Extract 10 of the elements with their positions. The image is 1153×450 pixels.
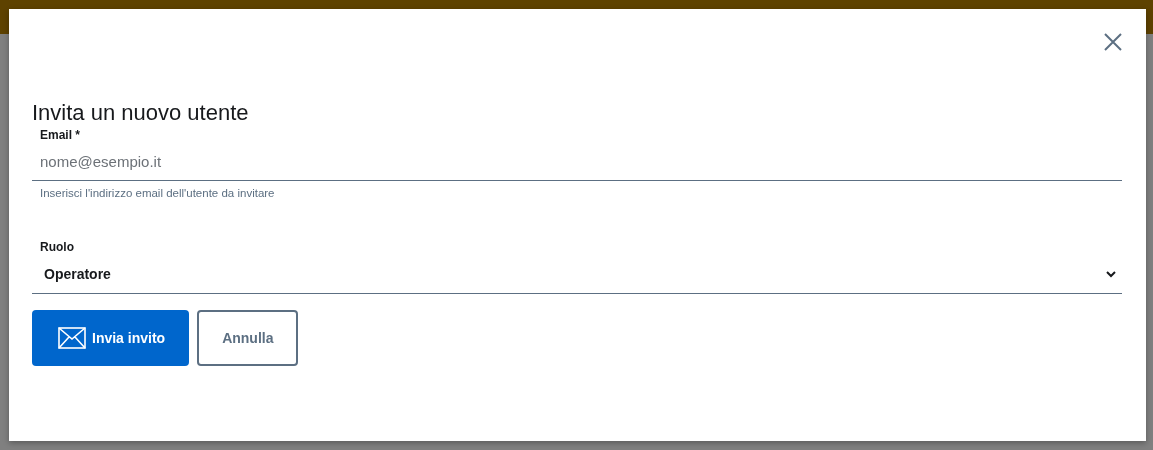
envelope-icon bbox=[58, 327, 86, 349]
dialog-title: Invita un nuovo utente bbox=[32, 99, 249, 127]
close-button[interactable] bbox=[1102, 31, 1124, 53]
cancel-button[interactable]: Annulla bbox=[197, 310, 299, 366]
role-label: Ruolo bbox=[40, 239, 74, 255]
role-select[interactable]: Operatore bbox=[32, 255, 1122, 294]
send-invite-button[interactable]: Invia invito bbox=[32, 310, 190, 366]
email-label: Email * bbox=[40, 127, 81, 143]
chevron-down-icon bbox=[1106, 270, 1116, 278]
email-hint: Inserisci l'indirizzo email dell'utente da invitare bbox=[40, 187, 275, 199]
